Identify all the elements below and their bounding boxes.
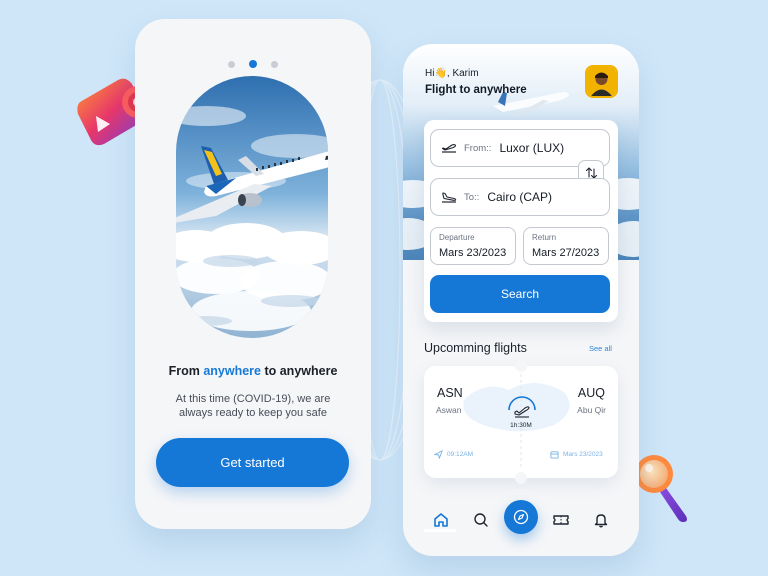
calendar-icon <box>550 450 559 459</box>
flight-date-value: Mars 23/2023 <box>563 450 603 458</box>
carousel-dot[interactable] <box>228 61 235 68</box>
carousel-indicator <box>135 60 371 68</box>
flight-date: Mars 23/2023 <box>550 445 603 463</box>
departure-label: Departure <box>439 233 475 242</box>
to-label: To:: <box>464 191 480 203</box>
onboarding-title: From anywhere to anywhere <box>168 364 338 378</box>
page-title: Flight to anywhere <box>425 84 527 96</box>
takeoff-icon <box>441 144 457 153</box>
return-label: Return <box>532 233 557 242</box>
magnifier-icon <box>635 455 687 522</box>
ticket-notch <box>515 472 527 484</box>
flight-time: 09:12AM <box>434 445 473 463</box>
upcoming-flight-ticket[interactable]: ASN Aswan AUQ Abu Qir 1h:30M 09:12AM Mar… <box>424 360 618 484</box>
nav-explore-button[interactable] <box>504 500 538 534</box>
onboarding-subtitle: At this time (COVID-19), we are always r… <box>175 393 331 419</box>
search-icon <box>474 513 488 527</box>
ticket-notch <box>515 360 527 372</box>
origin-code: ASN <box>437 386 463 400</box>
from-label: From:: <box>464 142 492 154</box>
send-icon <box>434 449 443 459</box>
bell-icon <box>594 514 608 528</box>
from-value: Luxor (LUX) <box>499 141 565 155</box>
onboarding-title-highlight: anywhere <box>203 364 261 378</box>
airplane-window-image <box>176 76 328 338</box>
destination-code: AUQ <box>577 386 605 400</box>
active-tab-indicator <box>424 529 456 532</box>
return-date-field[interactable]: Return Mars 27/2023 <box>523 227 609 265</box>
origin-city: Aswan <box>436 405 462 415</box>
carousel-dot[interactable] <box>271 61 278 68</box>
nav-tickets[interactable] <box>545 504 577 536</box>
departure-date-field[interactable]: Departure Mars 23/2023 <box>430 227 516 265</box>
return-value: Mars 27/2023 <box>532 247 600 259</box>
avatar[interactable] <box>585 65 618 98</box>
to-value: Cairo (CAP) <box>487 190 552 204</box>
nav-notifications[interactable] <box>585 504 617 536</box>
flight-plane-icon <box>508 396 536 418</box>
upcoming-flights-title: Upcomming flights <box>424 341 527 355</box>
compass-icon <box>513 509 529 525</box>
flight-duration: 1h:30M <box>510 422 532 429</box>
get-started-button[interactable]: Get started <box>156 438 349 487</box>
landing-icon <box>442 192 457 203</box>
see-all-link[interactable]: See all <box>589 344 612 353</box>
ticket-icon <box>553 515 569 525</box>
onboarding-screen: From anywhere to anywhere At this time (… <box>135 19 371 529</box>
to-field[interactable]: To:: Cairo (CAP) <box>430 178 610 216</box>
home-screen: Hi👋, Karim Flight to anywhere From:: Lux… <box>403 44 639 556</box>
greeting-text: Hi👋, Karim <box>425 68 479 79</box>
flight-time-value: 09:12AM <box>447 450 474 458</box>
flight-search-card: From:: Luxor (LUX) To:: Cairo (CAP) Depa… <box>424 120 618 322</box>
nav-search[interactable] <box>465 504 497 536</box>
search-button[interactable]: Search <box>430 275 610 313</box>
carousel-dot-active[interactable] <box>249 60 257 68</box>
destination-city: Abu Qir <box>577 405 606 415</box>
home-icon <box>434 513 448 527</box>
departure-value: Mars 23/2023 <box>439 247 507 259</box>
